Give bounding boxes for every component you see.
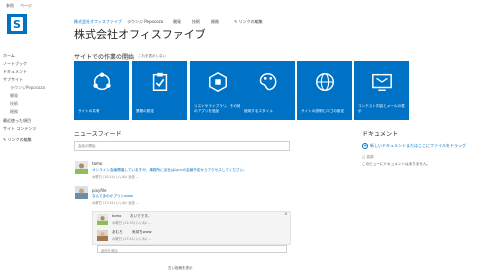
avatar[interactable] — [97, 230, 108, 241]
globe-icon — [315, 73, 334, 91]
reply-text: おいでです。 — [130, 214, 152, 218]
tile-site-description-logo[interactable]: サイトの説明とロゴの設定 — [297, 61, 352, 120]
left-nav-site-contents[interactable]: サイト コンテンツ — [3, 126, 36, 132]
newsfeed-heading: ニュースフィード — [74, 131, 122, 138]
logo-letter: S — [13, 18, 21, 31]
post-meta[interactable]: 水曜日 (17:41) いいね! 返信 ... — [92, 200, 139, 205]
documents-empty-message: このビューにドキュメントはありません。 — [362, 162, 431, 166]
clipboard-check-icon — [152, 72, 167, 91]
tile-content-mail[interactable]: コンテスト内容とメールの表示 — [354, 61, 409, 120]
tile-share-site[interactable]: サイトの共有 — [74, 61, 129, 120]
remove-this-link[interactable]: これを表示しない — [138, 54, 166, 59]
add-app-icon — [208, 71, 227, 93]
nav-link-lounge[interactable]: ラウンジ Pepocoza — [127, 19, 163, 25]
add-reply-input[interactable]: 返信を追加 — [97, 245, 287, 253]
post-author[interactable]: pixyfile — [92, 188, 106, 193]
sharepoint-logo-icon[interactable]: S — [7, 14, 27, 34]
topbar-link-page[interactable]: ページ — [20, 3, 32, 9]
post-text: なんであのかプリンwww — [92, 194, 133, 198]
documents-column-name: 名前 — [366, 155, 374, 159]
post-meta[interactable]: 水曜日 (10:14) いいね! 返信 ... — [92, 174, 139, 179]
left-nav-tech[interactable]: 技術 — [10, 101, 18, 107]
tv-mail-icon — [371, 73, 392, 91]
documents-column-header[interactable]: ▢ 名前 — [362, 155, 374, 160]
left-nav-notebook[interactable]: ノートブック — [3, 61, 27, 67]
plus-icon: + — [362, 143, 368, 149]
left-nav-edit-links-label: リンクの編集 — [7, 137, 32, 142]
nav-link-home-site[interactable]: 株式会社オフィスファイブ — [74, 19, 122, 25]
nav-link-tech[interactable]: 技術 — [192, 19, 200, 25]
tile-label: サイトの説明とロゴの設定 — [301, 109, 345, 113]
tile-label: 使用するスタイル — [244, 109, 273, 113]
nav-link-dev[interactable]: 開発 — [173, 19, 181, 25]
close-icon[interactable]: × — [284, 212, 288, 217]
start-conversation-placeholder: 会話の開始 — [78, 144, 96, 148]
reply-author[interactable]: あむろ — [112, 230, 123, 235]
getting-started-heading: サイトでの作業の開始 — [74, 54, 135, 61]
reply-text: 気持ちwww — [132, 230, 152, 234]
site-title: 株式会社オフィスファイブ — [74, 28, 206, 41]
show-older-posts-link[interactable]: 古い投稿を表示 — [168, 266, 193, 271]
tile-business-settings[interactable]: 業務の設定 — [132, 61, 187, 120]
add-reply-placeholder: 返信を追加 — [101, 248, 118, 253]
left-nav-edit-links[interactable]: ✎ リンクの編集 — [3, 137, 32, 143]
left-nav-recent[interactable]: 最近使った項目 — [3, 118, 31, 124]
left-nav-lounge[interactable]: ラウンジPepocoza — [10, 85, 45, 91]
left-nav-home[interactable]: ホーム — [3, 53, 15, 59]
left-nav-general[interactable]: 総務 — [10, 109, 18, 115]
new-document-link[interactable]: + 新しいドキュメントまたはここにファイルをドラッグ — [362, 143, 466, 149]
avatar[interactable] — [75, 186, 88, 199]
tile-style[interactable]: 使用するスタイル — [240, 61, 295, 120]
tile-label: 業務の設定 — [136, 109, 154, 113]
tile-label: コンテスト内容とメールの表示 — [358, 104, 405, 113]
post-text: オンライン会議開催していますが、事務所に出社はLyncの会議予定からアクセスして… — [92, 168, 247, 172]
left-nav-documents[interactable]: ドキュメント — [3, 69, 27, 75]
tile-label: リストやライブラリ、その他のアプリを追加 — [194, 104, 241, 113]
nav-link-general[interactable]: 総務 — [211, 19, 219, 25]
left-nav-dev[interactable]: 開発 — [10, 93, 18, 99]
documents-heading: ドキュメント — [362, 131, 399, 138]
reply-meta[interactable]: 水曜日 (11:33) いいね! ... — [112, 220, 151, 225]
paint-palette-icon — [259, 73, 276, 91]
top-bar: 参照 ページ — [0, 0, 480, 12]
edit-links-label: リンクの編集 — [238, 19, 263, 24]
avatar[interactable] — [97, 214, 108, 225]
reply-author[interactable]: tomo — [112, 214, 121, 218]
left-nav-subsites[interactable]: サブサイト — [3, 77, 23, 83]
start-conversation-input[interactable]: 会話の開始 — [74, 141, 290, 151]
topbar-link-browse[interactable]: 参照 — [6, 3, 14, 9]
edit-links-top[interactable]: ✎ リンクの編集 — [234, 19, 263, 25]
reply-meta[interactable]: 水曜日 (17:41) いいね! ... — [112, 236, 151, 241]
avatar[interactable] — [75, 161, 88, 174]
post-author[interactable]: tomo — [92, 161, 102, 166]
share-icon — [92, 72, 111, 91]
tile-add-apps[interactable]: リストやライブラリ、その他のアプリを追加 — [190, 61, 245, 120]
new-document-label: 新しいドキュメントまたはここにファイルをドラッグ — [370, 143, 466, 148]
tile-label: サイトの共有 — [78, 109, 100, 113]
